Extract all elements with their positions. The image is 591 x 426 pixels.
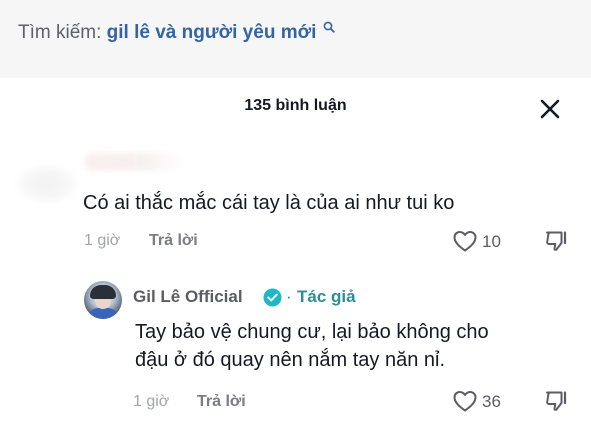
reply-text: Tay bảo vệ chung cư, lại bảo không cho đ…: [135, 318, 489, 374]
reply-author-name[interactable]: Gil Lê Official: [133, 287, 243, 307]
reply-text-line-2: đậu ở đó quay nên nắm tay năn nỉ.: [135, 349, 445, 371]
search-query[interactable]: gil lê và người yêu mới: [107, 22, 317, 43]
comment-time: 1 giờ: [84, 232, 121, 249]
search-text[interactable]: Tìm kiếm: gil lê và người yêu mới: [18, 21, 335, 45]
like-count: 36: [482, 392, 501, 411]
comment-count: 135 bình luận: [244, 97, 347, 114]
heart-icon[interactable]: [452, 389, 478, 413]
close-icon[interactable]: [539, 98, 561, 120]
reply-text-line-1: Tay bảo vệ chung cư, lại bảo không cho: [135, 321, 489, 343]
search-bar[interactable]: Tìm kiếm: gil lê và người yêu mới: [0, 0, 591, 78]
dislike-icon[interactable]: [544, 389, 568, 413]
reply-button[interactable]: Trả lời: [197, 393, 246, 411]
reply-time: 1 giờ: [133, 393, 170, 410]
verified-badge-icon: [263, 288, 282, 307]
comment-text: Có ai thắc mắc cái tay là của ai như tui…: [83, 192, 455, 214]
reply-button[interactable]: Trả lời: [149, 232, 198, 250]
comments-header: 135 bình luận: [0, 90, 591, 126]
search-prefix: Tìm kiếm:: [18, 22, 102, 43]
like-count: 10: [482, 232, 501, 251]
search-icon[interactable]: [323, 21, 335, 33]
author-badge: Tác giả: [297, 287, 356, 306]
separator-dot: ·: [286, 287, 292, 306]
avatar-blurred[interactable]: [14, 163, 80, 205]
heart-icon[interactable]: [452, 229, 478, 253]
avatar[interactable]: [84, 281, 122, 319]
author-name-blurred[interactable]: [84, 153, 184, 171]
dislike-icon[interactable]: [544, 229, 568, 253]
